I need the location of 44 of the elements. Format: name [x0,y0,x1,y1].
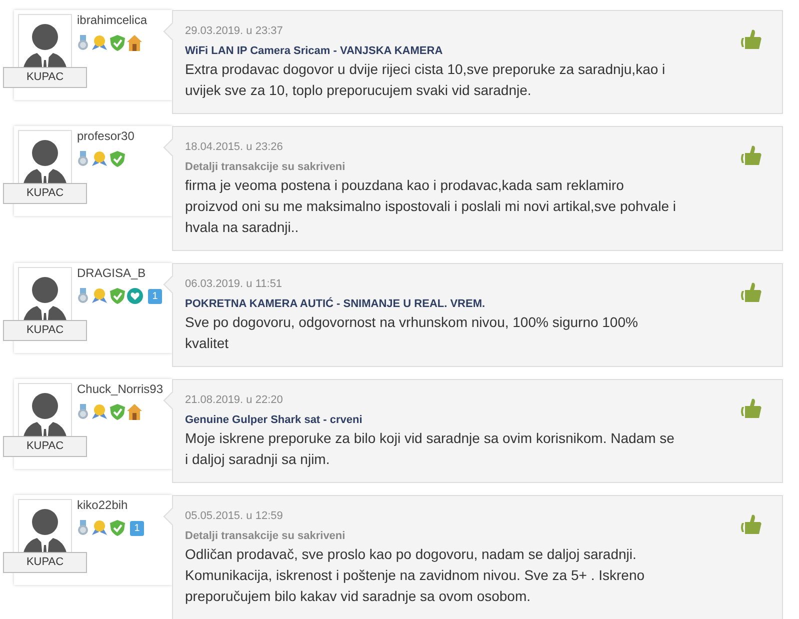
medal-icon [77,151,89,167]
hidden-details-note: Detalji transakcije su sakriveni [185,530,346,542]
username-link[interactable]: Chuck_Norris93 [77,382,164,396]
review-text: Moje iskrene preporuke za bilo koji vid saradnje sa ovim korisnikom. Nadam se i daljoj saradnji sa njim. [185,429,676,469]
shield-check-icon [110,404,125,420]
review-date: 05.05.2015. u 12:59 [185,510,284,522]
award-icon [91,404,108,420]
award-icon [91,151,108,167]
award-icon [91,520,108,536]
shield-check-icon [110,520,125,536]
review-text: Extra prodavac dogovor u dvije rijeci cista 10,sve preporuke za saradnju,kao i uvijek sve za 10, toplo preporucujem svaki vid saradnje. [185,60,666,100]
hidden-details-note: Detalji transakcije su sakriveni [185,161,346,173]
award-icon [91,288,108,304]
role-label: KUPAC [3,552,87,573]
count-badge: 1 [148,288,162,304]
medal-icon [77,288,89,304]
shield-check-icon [110,35,125,51]
role-label: KUPAC [3,436,87,457]
review-date: 29.03.2019. u 23:37 [185,25,284,37]
role-label: KUPAC [3,67,87,88]
review-text: Sve po dogovoru, odgovornost na vrhunskom nivou, 100% sigurno 100% kvalitet [185,313,639,353]
medal-icon [77,35,89,51]
shield-check-icon [110,288,125,304]
review-text: Odličan prodavač, sve proslo kao po dogovoru, nadam se daljoj saradnji. Komunikacija, iskrenost i poštenje na zavidnom nivou. Sve za 5+ . Iskreno preporučujem bilo kakav vid saradnje sa ovom osobom. [185,545,646,606]
username-link[interactable]: DRAGISA_B [77,266,162,280]
product-link[interactable]: WiFi LAN IP Camera Sricam - VANJSKA KAMERA [185,45,740,57]
medal-icon [77,520,89,536]
product-link[interactable]: POKRETNA KAMERA AUTIĆ - SNIMANJE U REAL. VREM. [185,298,740,310]
username-link[interactable]: kiko22bih [77,498,144,512]
product-link[interactable]: Genuine Gulper Shark sat - crveni [185,414,740,426]
role-label: KUPAC [3,183,87,204]
count-badge: 1 [130,520,144,536]
shield-check-icon [110,151,125,167]
house-icon [127,35,142,51]
review-date: 18.04.2015. u 23:26 [185,141,284,153]
review-text: firma je veoma postena i pouzdana kao i prodavac,kada sam reklamiro proizvod oni su me maksimalno ispostovali i poslali mi novi artikal,sve pohvale i hvala na saradnji.. [185,176,677,237]
medal-icon [77,404,89,420]
role-label: KUPAC [3,320,87,341]
house-icon [127,404,142,420]
award-icon [91,35,108,51]
username-link[interactable]: ibrahimcelica [77,13,148,27]
username-link[interactable]: profesor30 [77,129,134,143]
review-date: 06.03.2019. u 11:51 [185,278,284,290]
review-date: 21.08.2019. u 22:20 [185,394,284,406]
